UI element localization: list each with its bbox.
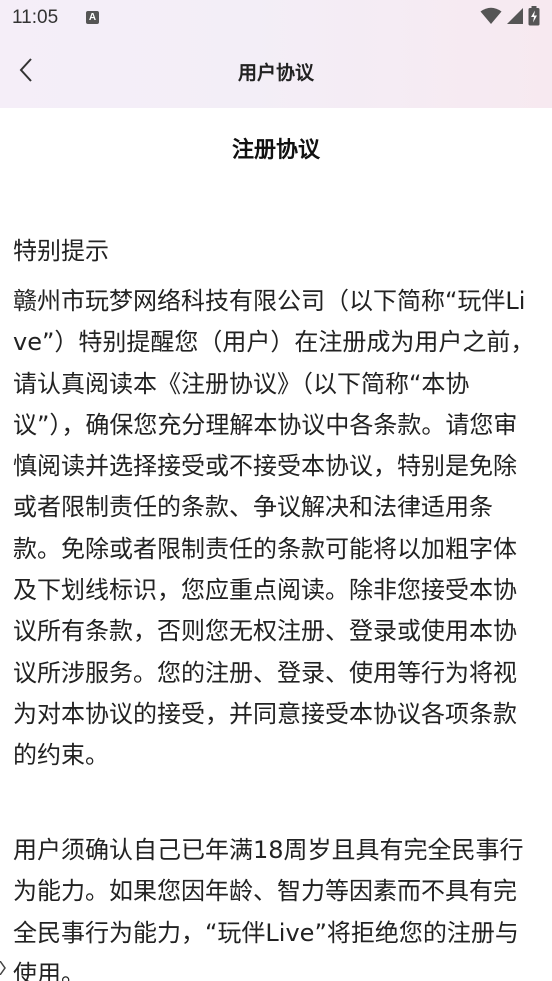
scroll-edge-indicator — [0, 960, 6, 976]
agreement-paragraph: 用户须确认自己已年满18周岁且具有完全民事行为能力。如果您因年龄、智力等因素而不… — [13, 836, 524, 981]
page-title: 用户协议 — [237, 62, 314, 84]
section-heading: 特别提示 — [13, 237, 109, 265]
agreement-content[interactable]: 注册协议 特别提示 赣州市玩梦网络科技有限公司（以下简称“玩伴Live”）特别提… — [0, 108, 552, 981]
document-title: 注册协议 — [231, 138, 320, 163]
notification-a-icon: A — [86, 11, 99, 24]
status-time: 11:05 — [12, 7, 59, 28]
cellular-signal-icon — [506, 7, 524, 29]
battery-charging-icon — [528, 6, 540, 30]
wifi-icon — [480, 7, 502, 29]
header-area: 11:05 A 用户协议 — [0, 0, 552, 108]
agreement-paragraph: 赣州市玩梦网络科技有限公司（以下简称“玩伴Live”）特别提醒您（用户）在注册成… — [13, 287, 535, 770]
status-bar: 11:05 A — [0, 0, 552, 36]
status-icons — [480, 6, 540, 30]
nav-bar: 用户协议 — [0, 36, 552, 108]
